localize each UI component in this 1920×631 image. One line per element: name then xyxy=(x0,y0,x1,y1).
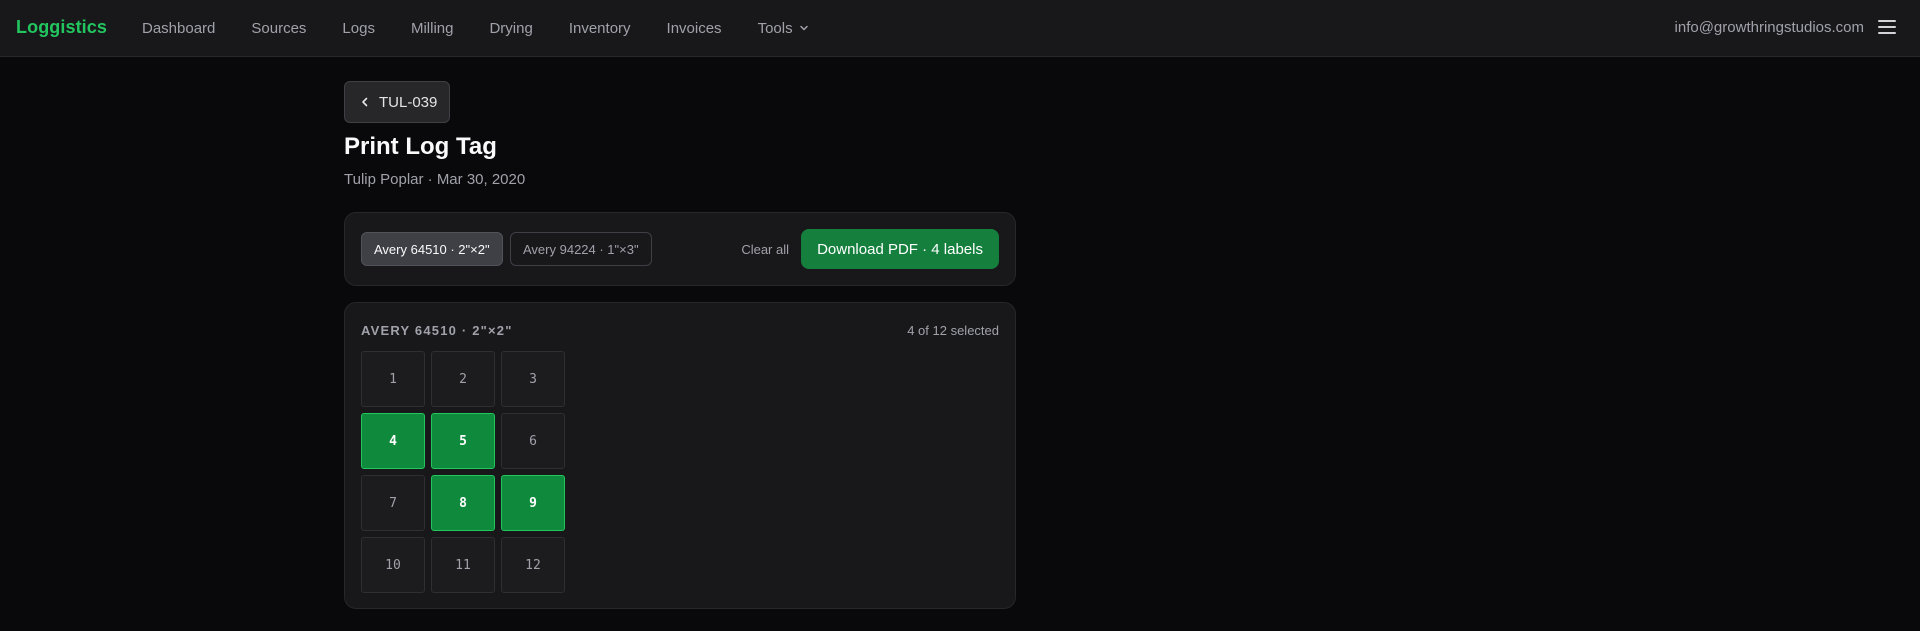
nav-item-logs[interactable]: Logs xyxy=(342,20,375,37)
user-email[interactable]: info@growthringstudios.com xyxy=(1675,19,1864,36)
nav-item-inventory[interactable]: Inventory xyxy=(569,20,631,37)
hamburger-menu-icon[interactable] xyxy=(1878,20,1896,34)
back-button[interactable]: TUL-039 xyxy=(344,81,451,123)
template-chip-avery-94224[interactable]: Avery 94224 · 1"×3" xyxy=(510,232,652,266)
label-cell[interactable]: 11 xyxy=(431,537,495,593)
sheet-label: AVERY 64510 · 2"×2" xyxy=(361,323,513,338)
label-cell[interactable]: 12 xyxy=(501,537,565,593)
label-toolbar: Avery 64510 · 2"×2" Avery 94224 · 1"×3" … xyxy=(344,212,1016,286)
nav-item-tools[interactable]: Tools xyxy=(758,20,809,37)
chevron-down-icon xyxy=(799,20,809,37)
template-chip-avery-64510[interactable]: Avery 64510 · 2"×2" xyxy=(361,232,503,266)
back-button-label: TUL-039 xyxy=(379,93,438,111)
nav-item-milling[interactable]: Milling xyxy=(411,20,454,37)
nav-item-tools-label: Tools xyxy=(757,19,793,37)
main-nav: Dashboard Sources Logs Milling Drying In… xyxy=(142,0,845,56)
label-sheet: AVERY 64510 · 2"×2" 4 of 12 selected 1 2… xyxy=(344,302,1016,609)
page-subtitle: Tulip Poplar · Mar 30, 2020 xyxy=(344,171,526,188)
brand-logo[interactable]: Loggistics xyxy=(16,17,107,38)
label-cell[interactable]: 3 xyxy=(501,351,565,407)
label-grid: 1 2 3 4 5 6 7 8 9 10 11 12 xyxy=(361,351,565,593)
chevron-left-icon xyxy=(359,96,371,108)
label-cell[interactable]: 10 xyxy=(361,537,425,593)
label-cell[interactable]: 7 xyxy=(361,475,425,531)
label-cell-selected[interactable]: 9 xyxy=(501,475,565,531)
nav-item-dashboard[interactable]: Dashboard xyxy=(142,20,215,37)
selection-count: 4 of 12 selected xyxy=(907,323,999,338)
label-cell[interactable]: 6 xyxy=(501,413,565,469)
download-pdf-button[interactable]: Download PDF · 4 labels xyxy=(801,229,999,269)
clear-all-button[interactable]: Clear all xyxy=(741,242,789,257)
nav-item-sources[interactable]: Sources xyxy=(251,20,306,37)
label-cell[interactable]: 2 xyxy=(431,351,495,407)
nav-item-drying[interactable]: Drying xyxy=(489,20,532,37)
label-cell[interactable]: 1 xyxy=(361,351,425,407)
top-navigation-bar: Loggistics Dashboard Sources Logs Millin… xyxy=(0,0,1920,57)
main-content: TUL-039 Print Log Tag Tulip Poplar · Mar… xyxy=(344,81,1016,609)
nav-item-invoices[interactable]: Invoices xyxy=(667,20,722,37)
label-cell-selected[interactable]: 5 xyxy=(431,413,495,469)
label-cell-selected[interactable]: 4 xyxy=(361,413,425,469)
page-title: Print Log Tag xyxy=(344,133,497,160)
label-cell-selected[interactable]: 8 xyxy=(431,475,495,531)
